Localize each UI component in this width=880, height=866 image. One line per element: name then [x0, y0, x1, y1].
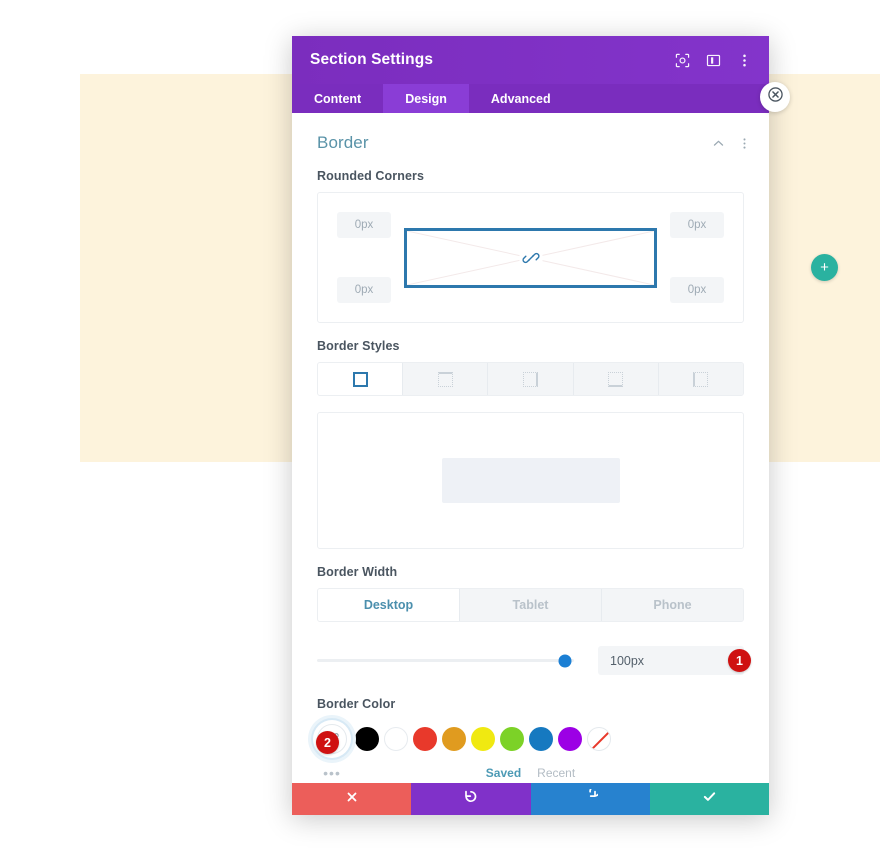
- checkmark-icon: [702, 789, 717, 809]
- square-solid-icon: [352, 371, 368, 387]
- palette-links: Saved Recent: [292, 766, 769, 780]
- swatch-white[interactable]: [384, 727, 408, 751]
- color-swatch-row: 2: [313, 720, 744, 758]
- device-tab-tablet[interactable]: Tablet: [460, 589, 602, 621]
- border-width-slider-row: 100px 1: [292, 646, 769, 675]
- swatch-blue[interactable]: [529, 727, 553, 751]
- modal-footer: [292, 783, 769, 815]
- border-preview-rect: [441, 458, 620, 503]
- header-icon-group: [674, 52, 753, 69]
- undo-arrow-icon: [463, 789, 478, 809]
- border-width-field: Border Width Desktop Tablet Phone: [292, 565, 769, 622]
- border-section-header: Border: [292, 113, 769, 153]
- device-tab-row: Desktop Tablet Phone: [317, 588, 744, 622]
- tab-design[interactable]: Design: [383, 84, 469, 113]
- more-vertical-icon[interactable]: [738, 137, 751, 150]
- square-right-icon: [523, 371, 538, 387]
- tab-content[interactable]: Content: [292, 84, 383, 113]
- modal-body: Border Rounded Corners 0px 0px 0px 0px B…: [292, 113, 769, 783]
- swatch-yellow[interactable]: [471, 727, 495, 751]
- swatch-red[interactable]: [413, 727, 437, 751]
- section-header-icons: [712, 137, 751, 150]
- device-tab-desktop[interactable]: Desktop: [318, 589, 460, 621]
- border-style-bottom-side[interactable]: [573, 363, 659, 395]
- rounded-corners-widget: 0px 0px 0px 0px: [317, 192, 744, 323]
- swatch-purple[interactable]: [558, 727, 582, 751]
- undo-button[interactable]: [411, 783, 531, 815]
- redo-button[interactable]: [530, 783, 650, 815]
- rounded-corners-label: Rounded Corners: [317, 169, 425, 183]
- modal-tab-bar: Content Design Advanced: [292, 84, 769, 113]
- swatch-orange[interactable]: [442, 727, 466, 751]
- cancel-button[interactable]: [292, 783, 412, 815]
- border-color-label: Border Color: [317, 697, 396, 711]
- more-vertical-icon[interactable]: [736, 52, 753, 69]
- border-preview-box: [317, 412, 744, 549]
- corner-top-right-input[interactable]: 0px: [670, 212, 724, 238]
- link-chain-icon[interactable]: [519, 247, 542, 269]
- corner-preview-box: [404, 228, 657, 288]
- chevron-up-icon[interactable]: [712, 137, 725, 150]
- border-style-top-side[interactable]: [403, 363, 489, 395]
- swatch-none[interactable]: [587, 727, 611, 751]
- close-settings-button[interactable]: [760, 82, 790, 112]
- border-width-value-input[interactable]: 100px: [598, 646, 744, 675]
- save-button[interactable]: [649, 783, 769, 815]
- tab-advanced[interactable]: Advanced: [469, 84, 573, 113]
- border-width-label: Border Width: [317, 565, 398, 579]
- border-width-slider[interactable]: [317, 651, 574, 671]
- corner-top-left-input[interactable]: 0px: [337, 212, 391, 238]
- annotation-badge-2: 2: [316, 731, 339, 754]
- square-bottom-icon: [608, 371, 624, 387]
- close-x-icon: [345, 790, 359, 809]
- device-tab-phone[interactable]: Phone: [602, 589, 743, 621]
- recent-colors-link[interactable]: Recent: [537, 766, 575, 780]
- color-palette-footer: ••• Saved Recent: [292, 764, 769, 782]
- square-top-icon: [437, 371, 453, 387]
- swatch-eyedropper[interactable]: 2: [313, 720, 351, 758]
- border-preview-field: [292, 412, 769, 549]
- border-style-left-side[interactable]: [658, 363, 743, 395]
- border-styles-row: [317, 362, 744, 396]
- add-section-label: +: [820, 259, 829, 276]
- slider-track: [317, 659, 574, 662]
- border-style-right-side[interactable]: [488, 363, 574, 395]
- page-title: Section Settings: [310, 51, 434, 68]
- swatch-green[interactable]: [500, 727, 524, 751]
- rounded-corners-field: Rounded Corners 0px 0px 0px 0px: [292, 169, 769, 323]
- corner-bottom-right-input[interactable]: 0px: [670, 277, 724, 303]
- close-circle-icon: [767, 87, 783, 107]
- slider-handle[interactable]: [558, 654, 572, 667]
- section-settings-modal: Section Settings Content Design Advanced…: [292, 36, 769, 815]
- focus-target-icon[interactable]: [674, 52, 691, 69]
- swatch-black[interactable]: [355, 727, 379, 751]
- saved-colors-link[interactable]: Saved: [486, 766, 521, 780]
- modal-header: Section Settings: [292, 36, 769, 84]
- annotation-badge-1: 1: [728, 649, 751, 672]
- square-left-icon: [693, 371, 709, 387]
- corner-bottom-left-input[interactable]: 0px: [337, 277, 391, 303]
- add-section-button[interactable]: +: [811, 254, 838, 281]
- section-title: Border: [317, 133, 369, 152]
- border-styles-label: Border Styles: [317, 339, 400, 353]
- border-styles-field: Border Styles: [292, 339, 769, 396]
- border-color-field: Border Color 2: [292, 697, 769, 758]
- layout-panel-icon[interactable]: [705, 52, 722, 69]
- redo-arrow-icon: [583, 785, 600, 809]
- border-style-all-sides[interactable]: [318, 363, 404, 395]
